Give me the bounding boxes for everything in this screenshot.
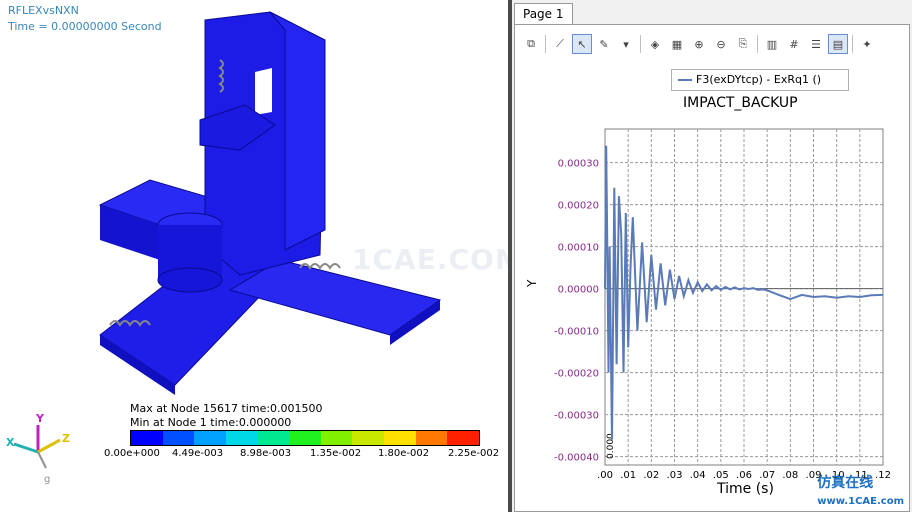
max-info: Max at Node 15617 time:0.001500	[130, 402, 323, 415]
legend-color-3	[225, 431, 258, 445]
column-window	[255, 68, 272, 115]
x-tick-label: .01	[620, 470, 636, 481]
legend-label-0: 0.00e+000	[104, 448, 160, 459]
y-tick-label: -0.00040	[554, 453, 599, 464]
x-tick-label: .04	[690, 470, 706, 481]
legend-label-4: 1.80e-002	[378, 448, 430, 459]
contour-legend-bar	[130, 430, 480, 446]
legend-color-6	[320, 431, 353, 445]
legend-label-2: 8.98e-003	[240, 448, 292, 459]
legend-color-7	[352, 431, 385, 445]
y-tick-label: 0.00010	[558, 243, 599, 254]
x-tick-label: .02	[643, 470, 659, 481]
legend-color-0	[131, 431, 163, 445]
axis-triad: Y X Z g	[6, 412, 70, 485]
legend-color-2	[194, 431, 226, 445]
watermark-sub: www.1CAE.com	[817, 496, 904, 507]
watermark-main: 仿真在线	[817, 475, 874, 491]
legend-color-9	[415, 431, 448, 445]
plot-window: Page 1 ⧉ ⟋ ↖ ✎ ▾ ◈ ▦ ⊕ ⊖ ⎘ ▥ # ☰ ▤ ✦ F3(…	[512, 0, 912, 512]
legend-color-1	[162, 431, 195, 445]
min-info: Min at Node 1 time:0.000000	[130, 416, 292, 429]
legend-label-3: 1.35e-002	[310, 448, 362, 459]
y-tick-label: -0.00030	[554, 411, 599, 422]
triad-z-label: Z	[62, 432, 70, 445]
triad-y-label: Y	[35, 412, 45, 425]
x-tick-label: .07	[759, 470, 775, 481]
legend-color-4	[257, 431, 290, 445]
center-watermark: 1CAE.COM	[352, 243, 524, 276]
tab-page-1[interactable]: Page 1	[514, 3, 573, 24]
x-tick-label: .03	[667, 470, 683, 481]
site-watermark: 仿真在线 www.1CAE.com	[817, 472, 904, 508]
x-tick-label: .00	[597, 470, 613, 481]
legend-label-5: 2.25e-002	[448, 448, 500, 459]
y-tick-label: 0.00000	[558, 285, 599, 296]
legend-color-5	[289, 431, 321, 445]
x-tick-label: .06	[736, 470, 752, 481]
triad-g-label: g	[44, 474, 50, 485]
x-axis-label: Time (s)	[717, 481, 774, 497]
cylinder-bottom	[157, 267, 223, 293]
line-chart[interactable]: .00.01.02.03.04.05.06.07.08.09.10.11.120…	[515, 25, 909, 511]
y-tick-label: -0.00010	[554, 327, 599, 338]
x-tick-label: .05	[713, 470, 729, 481]
legend-color-8	[384, 431, 416, 445]
model-viewport[interactable]: RFLEXvsNXN Time = 0.00000000 Second Y X …	[0, 0, 523, 512]
y-tick-label: -0.00020	[554, 369, 599, 380]
x-tick-label: .08	[782, 470, 798, 481]
legend-color-10	[447, 431, 480, 445]
y-axis-label: Y	[525, 279, 539, 287]
plot-panel: ⧉ ⟋ ↖ ✎ ▾ ◈ ▦ ⊕ ⊖ ⎘ ▥ # ☰ ▤ ✦ F3(exDYtcp…	[514, 24, 910, 512]
legend-label-1: 4.49e-003	[172, 448, 224, 459]
triad-x-label: X	[6, 436, 15, 449]
y-tick-label: 0.00020	[558, 201, 599, 212]
y-tick-label: 0.00030	[558, 159, 599, 170]
